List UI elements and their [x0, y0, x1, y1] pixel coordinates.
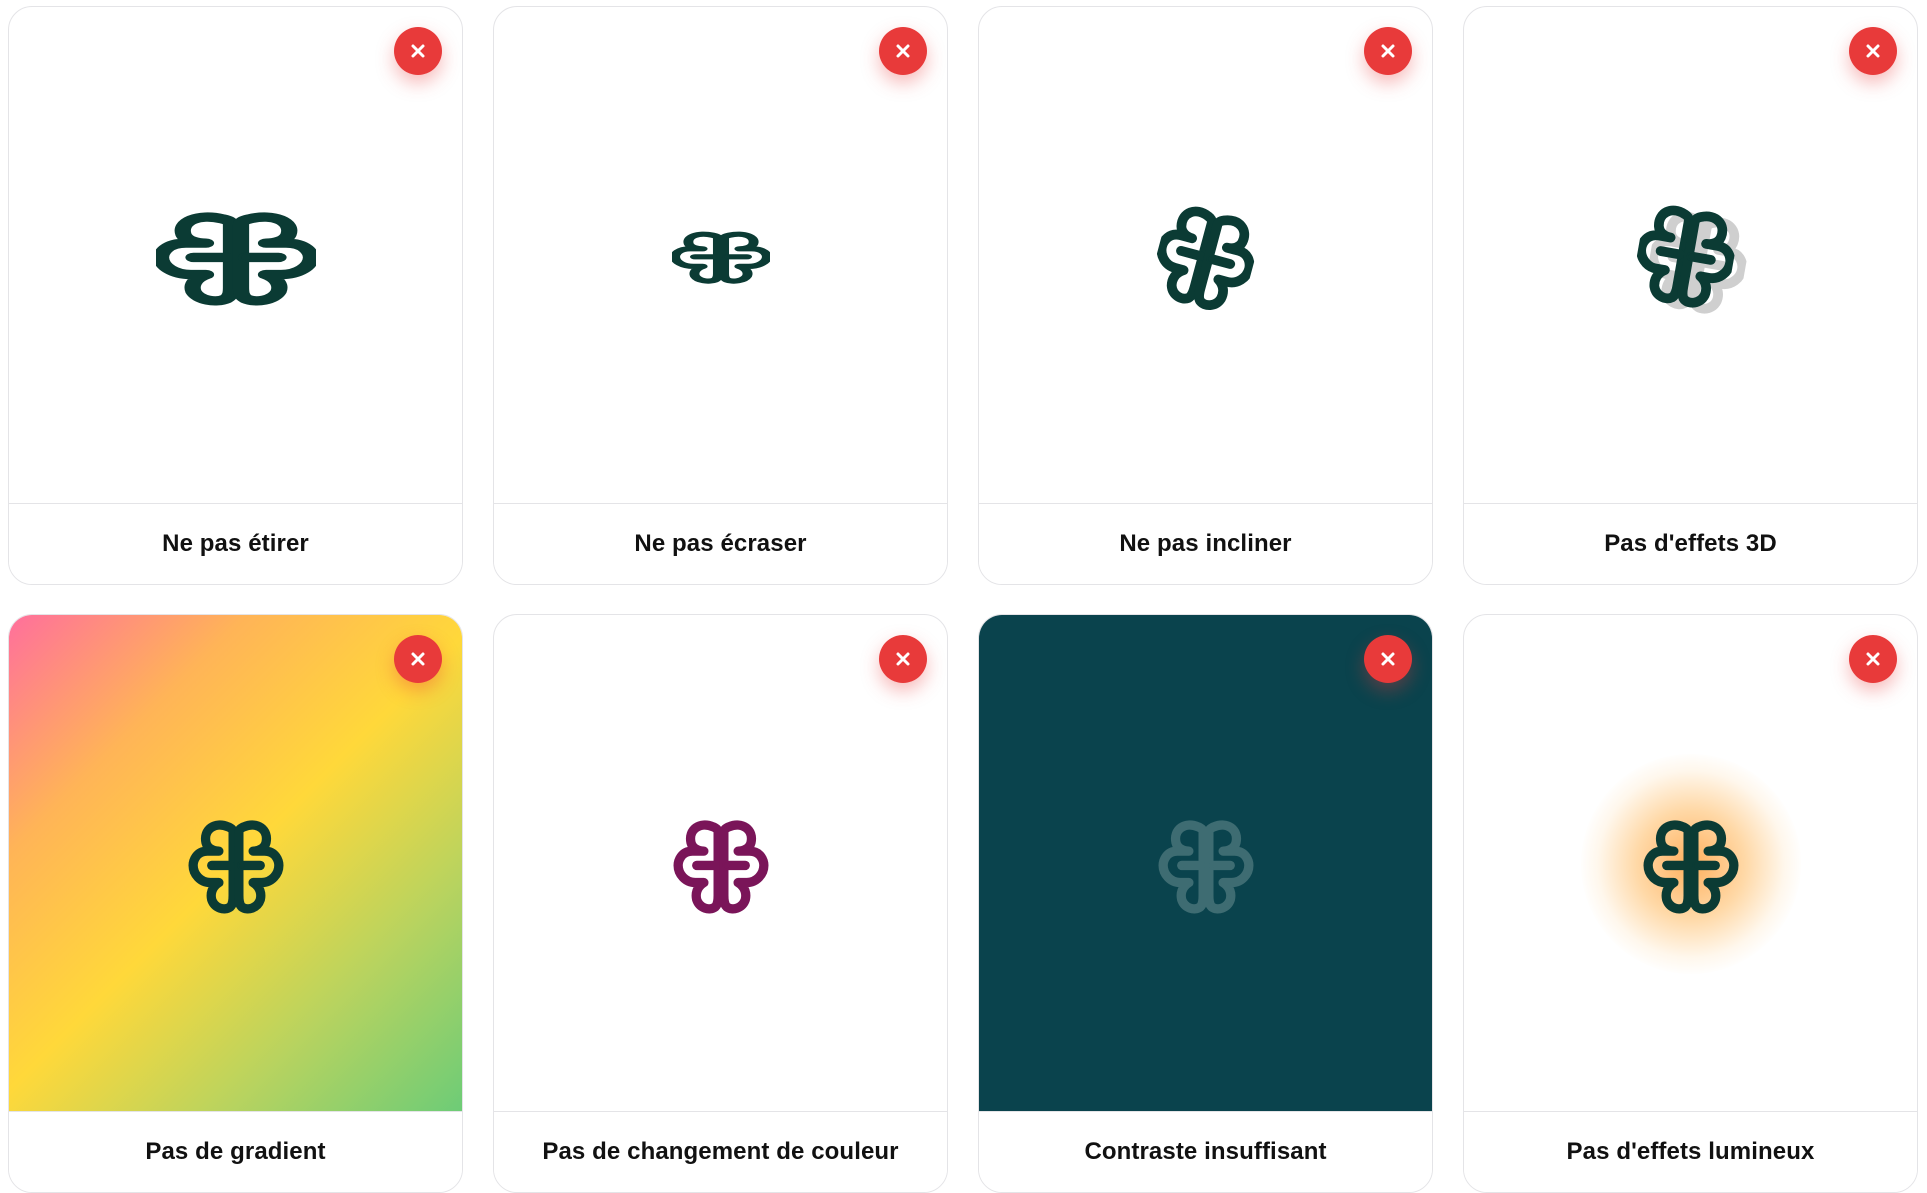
card-preview — [1464, 615, 1917, 1112]
close-icon — [1849, 635, 1897, 683]
logo-low-contrast — [1157, 814, 1255, 914]
card-label: Pas de gradient — [145, 1138, 326, 1165]
card-preview — [979, 615, 1432, 1112]
card-label: Ne pas écraser — [634, 530, 807, 557]
dont-grid: Ne pas étirer Ne pas écraser Ne pas incl… — [8, 6, 1918, 1193]
card-footer: Ne pas incliner — [979, 503, 1432, 584]
card-footer: Ne pas écraser — [494, 503, 947, 584]
card-preview — [9, 615, 462, 1112]
card-no-glow: Pas d'effets lumineux — [1463, 614, 1918, 1193]
logo-stretched — [156, 206, 316, 306]
card-label: Pas de changement de couleur — [542, 1138, 899, 1165]
card-no-tilt: Ne pas incliner — [978, 6, 1433, 585]
card-no-color-change: Pas de changement de couleur — [493, 614, 948, 1193]
logo-tilted — [1145, 192, 1265, 319]
card-label: Ne pas étirer — [162, 530, 309, 557]
card-preview — [494, 615, 947, 1112]
close-icon — [879, 635, 927, 683]
card-preview — [1464, 7, 1917, 504]
logo-squashed — [672, 228, 770, 284]
card-preview — [9, 7, 462, 504]
close-icon — [879, 27, 927, 75]
logo-recolored — [672, 814, 770, 914]
card-footer: Pas d'effets 3D — [1464, 503, 1917, 584]
card-low-contrast: Contraste insuffisant — [978, 614, 1433, 1193]
close-icon — [1364, 635, 1412, 683]
card-footer: Pas de gradient — [9, 1111, 462, 1192]
close-icon — [1849, 27, 1897, 75]
card-footer: Pas d'effets lumineux — [1464, 1111, 1917, 1192]
card-label: Pas d'effets 3D — [1604, 530, 1777, 557]
card-footer: Contraste insuffisant — [979, 1111, 1432, 1192]
close-icon — [1364, 27, 1412, 75]
card-no-3d: Pas d'effets 3D — [1463, 6, 1918, 585]
card-label: Pas d'effets lumineux — [1566, 1138, 1815, 1165]
card-no-squash: Ne pas écraser — [493, 6, 948, 585]
card-no-stretch: Ne pas étirer — [8, 6, 463, 585]
logo-3d — [1629, 193, 1742, 314]
card-label: Contraste insuffisant — [1084, 1138, 1327, 1165]
logo-glowing — [1642, 814, 1740, 914]
card-footer: Ne pas étirer — [9, 503, 462, 584]
close-icon — [394, 27, 442, 75]
logo-on-gradient — [187, 814, 285, 914]
close-icon — [394, 635, 442, 683]
card-preview — [979, 7, 1432, 504]
card-footer: Pas de changement de couleur — [494, 1111, 947, 1192]
card-label: Ne pas incliner — [1119, 530, 1292, 557]
card-no-gradient: Pas de gradient — [8, 614, 463, 1193]
card-preview — [494, 7, 947, 504]
